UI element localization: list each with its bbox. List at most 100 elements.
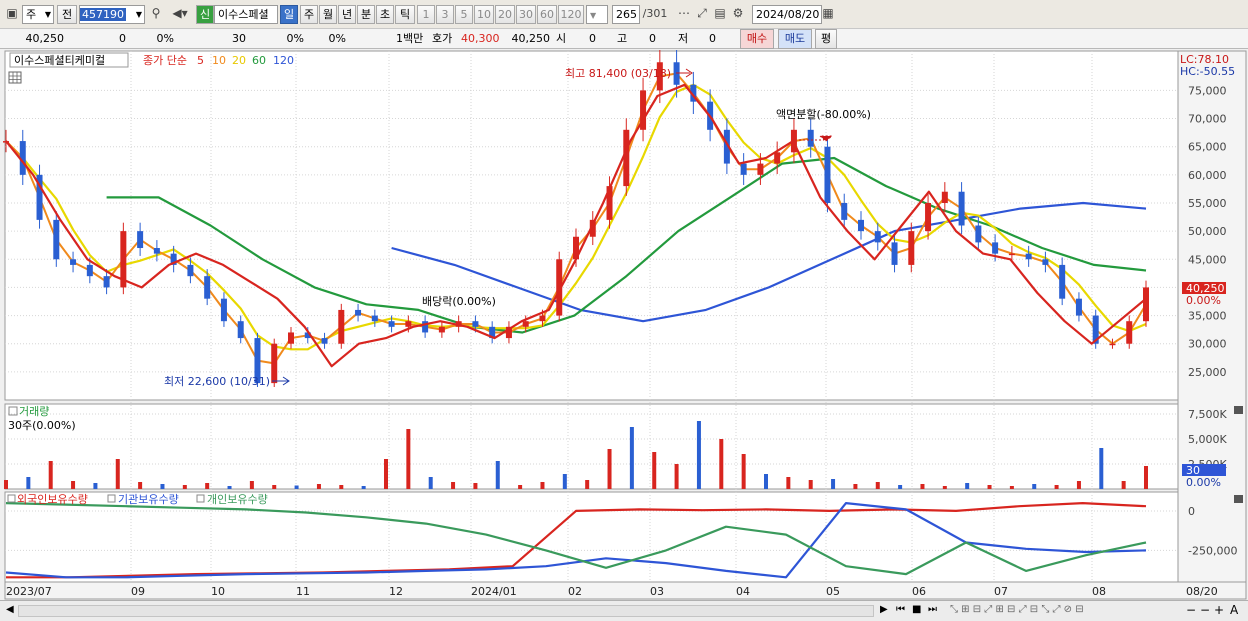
stop-icon[interactable]: ■	[912, 604, 921, 615]
volume-bar	[1054, 485, 1059, 489]
zoom-out-icon[interactable]: −	[1186, 603, 1196, 617]
tf-year-button[interactable]: 년	[338, 5, 356, 24]
candle	[371, 315, 378, 322]
candle	[807, 129, 814, 147]
date-field[interactable]: 2024/08/20	[752, 5, 822, 24]
volume-bar	[361, 486, 366, 489]
candle	[338, 309, 345, 344]
annotation-split: 액면분할(-80.00%)	[776, 108, 871, 121]
forward-icon[interactable]: ⏭	[928, 604, 937, 615]
volume-bar	[942, 486, 947, 489]
chevron-down-icon: ▼	[590, 11, 597, 20]
candle	[86, 264, 93, 277]
candle	[891, 242, 898, 265]
quote-high-label: 고	[617, 32, 628, 45]
stock-chart[interactable]: 25,00030,00035,00040,00045,00050,00055,0…	[0, 50, 1248, 600]
volume-bar	[696, 421, 701, 489]
candle	[438, 326, 445, 333]
tf-minute-button[interactable]: 분	[357, 5, 375, 24]
volume-sub: 30주(0.00%)	[8, 419, 76, 432]
rewind-icon[interactable]: ⏮	[896, 604, 905, 615]
n1-button[interactable]: 1	[417, 5, 435, 24]
n5-button[interactable]: 5	[455, 5, 473, 24]
candle	[858, 219, 864, 232]
n60-button[interactable]: 60	[537, 5, 557, 24]
grid-icon[interactable]: ⋯	[676, 5, 692, 24]
minus-icon[interactable]: −	[1200, 603, 1210, 617]
volume-bar	[294, 485, 299, 489]
volume-bar	[629, 427, 634, 489]
volume-bar	[26, 477, 31, 489]
scroll-track[interactable]	[18, 605, 874, 617]
quote-hoga-label: 호가	[432, 32, 453, 45]
unit-select[interactable]: ▼	[586, 5, 608, 24]
code-value: 457190	[80, 8, 126, 21]
calendar-icon[interactable]: ▦	[820, 5, 836, 24]
save-icon[interactable]: ▤	[712, 5, 728, 24]
crosshair-icon[interactable]: ⤢	[694, 5, 710, 24]
toolbar: ▣ 주 ▼ 전 457190 ▼ ⚲ ◀▾ 신 이수스페셜 일 주 월 년 분 초 …	[0, 0, 1248, 29]
quote-high: 0	[649, 32, 656, 45]
vol-pct: 0.00%	[1186, 476, 1221, 489]
y-tick-label: 5,000K	[1188, 433, 1227, 446]
legend-ma120: 120	[273, 54, 294, 67]
tf-month-button[interactable]: 월	[319, 5, 337, 24]
sell-button[interactable]: 매도	[778, 29, 812, 49]
code-field[interactable]: 457190 ▼	[79, 5, 145, 24]
tf-week-button[interactable]: 주	[300, 5, 318, 24]
volume-bar	[115, 459, 120, 489]
window-icon[interactable]: ▣	[3, 5, 21, 24]
holder-series-foreign: 외국인보유수량	[17, 493, 88, 506]
zoom-in-icon[interactable]: +	[1214, 603, 1224, 617]
speaker-icon[interactable]: ◀▾	[167, 5, 193, 24]
prev-button[interactable]: 전	[57, 5, 77, 24]
y-tick-label: 35,000	[1188, 310, 1227, 323]
volume-bar	[965, 483, 970, 489]
volume-bar	[920, 484, 925, 489]
stock-name-field[interactable]: 이수스페셜	[214, 5, 278, 24]
tf-tick-button[interactable]: 틱	[395, 5, 415, 24]
table-icon[interactable]	[8, 71, 22, 84]
scroll-right-icon[interactable]: ▶	[880, 604, 888, 615]
tf-day-button[interactable]: 일	[280, 5, 298, 24]
hc-label: HC:-50.55	[1180, 65, 1235, 78]
scroll-left-icon[interactable]: ◀	[6, 604, 14, 615]
n120-button[interactable]: 120	[558, 5, 584, 24]
volume-bar	[1009, 486, 1014, 489]
x-tick-label: 08/20	[1186, 585, 1218, 598]
y-tick-label: 25,000	[1188, 366, 1227, 379]
x-tick-label: 05	[826, 585, 840, 598]
volume-close-icon[interactable]	[1234, 406, 1243, 414]
n30-button[interactable]: 30	[516, 5, 536, 24]
annotation-low: 최저 22,600 (10/31)	[164, 375, 270, 388]
avg-button[interactable]: 평	[815, 29, 837, 49]
y-tick-label: 50,000	[1188, 225, 1227, 238]
font-size-icon[interactable]: A	[1230, 603, 1238, 617]
candle	[153, 248, 160, 254]
holder-close-icon[interactable]	[1234, 495, 1243, 503]
volume-bar	[518, 485, 523, 489]
volume-bar	[160, 484, 165, 489]
zoom-tools-icon[interactable]: ⤡ ⊞ ⊟ ⤢ ⊞ ⊟ ⤢ ⊟ ⤡ ⤢ ⊘ ⊟	[950, 604, 1084, 615]
n3-button[interactable]: 3	[436, 5, 454, 24]
gear-icon[interactable]: ⚙	[730, 5, 746, 24]
candle	[673, 62, 680, 85]
buy-button[interactable]: 매수	[740, 29, 774, 49]
volume-bar	[316, 484, 321, 489]
volume-bar	[674, 464, 679, 489]
n10-button[interactable]: 10	[474, 5, 494, 24]
bottom-scrollbar[interactable]: ◀ ▶ ⏮ ■ ⏭ ⤡ ⊞ ⊟ ⤢ ⊞ ⊟ ⤢ ⊟ ⤡ ⤢ ⊘ ⊟ − − + …	[0, 600, 1248, 621]
tf-second-button[interactable]: 초	[376, 5, 394, 24]
volume-bar	[473, 483, 478, 489]
candle	[103, 276, 110, 288]
candle	[1109, 343, 1116, 346]
count-field[interactable]: 265	[612, 5, 640, 24]
legend-ma-title: 종가 단순	[143, 54, 187, 67]
y-tick-label: 0	[1188, 505, 1195, 518]
n20-button[interactable]: 20	[495, 5, 515, 24]
annotation-dividend: 배당락(0.00%)	[422, 295, 496, 308]
period-select[interactable]: 주 ▼	[22, 5, 54, 24]
search-icon[interactable]: ⚲	[147, 5, 165, 24]
candle	[958, 191, 965, 226]
y-tick-label: 60,000	[1188, 169, 1227, 182]
